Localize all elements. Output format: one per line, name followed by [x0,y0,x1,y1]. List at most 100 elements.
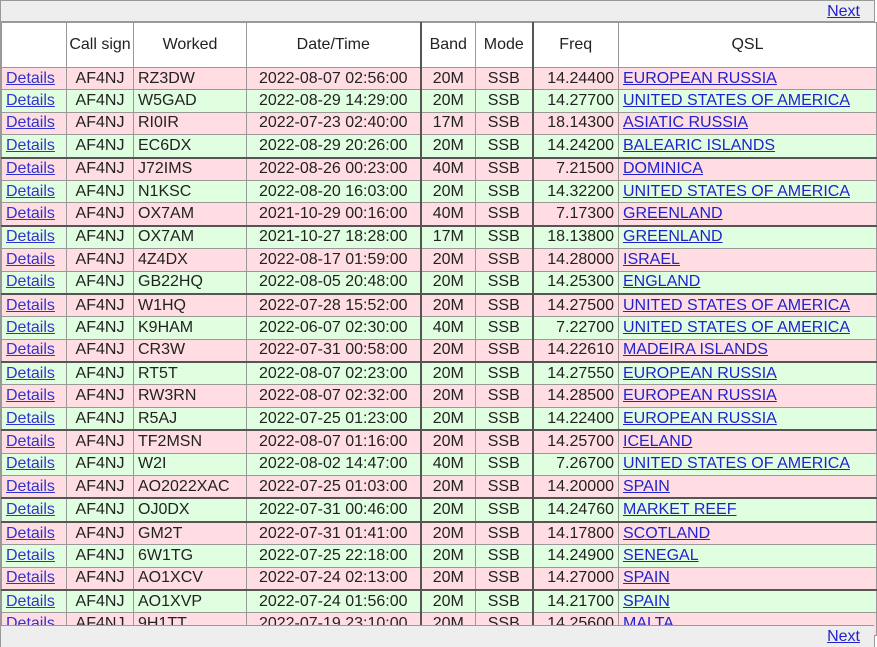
details-link[interactable]: Details [6,455,55,472]
mode: SSB [487,205,520,223]
details-link[interactable]: Details [6,114,55,131]
qsl-country-link[interactable]: SPAIN [623,478,670,495]
qsl-country-link[interactable]: DOMINICA [623,160,703,177]
table-cell: 20M [420,429,476,454]
details-link[interactable]: Details [6,319,55,336]
table-cell: 20M [420,588,476,614]
details-link[interactable]: Details [6,478,55,495]
table-cell: GREENLAND [618,224,877,250]
next-page-link-bottom[interactable]: Next [827,628,860,645]
worked-call: RW3RN [138,387,197,405]
table-cell: 2022-07-25 22:18:00 [246,544,422,568]
details-link[interactable]: Details [6,341,55,358]
header-mode: Mode [475,22,534,68]
freq: 14.21700 [547,592,614,610]
details-link[interactable]: Details [6,92,55,109]
qsl-country-link[interactable]: EUROPEAN RUSSIA [623,365,777,382]
table-cell: 14.27500 [532,292,619,318]
details-link[interactable]: Details [6,387,55,404]
worked-call: 4Z4DX [138,250,188,268]
table-cell: AF4NJ [66,429,134,454]
details-link[interactable]: Details [6,273,55,290]
details-link[interactable]: Details [6,569,55,586]
table-cell: 2022-07-23 02:40:00 [246,111,422,136]
details-link[interactable]: Details [6,160,55,177]
qsl-country-link[interactable]: ENGLAND [623,273,700,290]
details-link[interactable]: Details [6,593,55,610]
table-row: Details AF4NJ J72IMS 2022-08-26 00:23:00 40M… [1,156,877,181]
details-link[interactable]: Details [6,547,55,564]
qso-log-page: Next Call sign Worked Date/Time Band Mod… [0,0,877,647]
mode: SSB [487,273,520,291]
table-cell: SSB [475,202,534,227]
qsl-country-link[interactable]: ICELAND [623,433,692,450]
qsl-country-link[interactable]: EUROPEAN RUSSIA [623,410,777,427]
call-sign: AF4NJ [75,409,125,427]
worked-call: K9HAM [138,318,194,336]
band: 20M [432,592,464,610]
details-link[interactable]: Details [6,501,55,518]
table-header-row: Call sign Worked Date/Time Band Mode Fre… [1,22,877,68]
qsl-country-link[interactable]: SPAIN [623,593,670,610]
qsl-country-link[interactable]: EUROPEAN RUSSIA [623,70,777,87]
table-cell: RW3RN [133,384,247,408]
details-link[interactable]: Details [6,251,55,268]
details-link[interactable]: Details [6,228,55,245]
table-row: Details AF4NJ CR3W 2022-07-31 00:58:00 20M SS… [1,338,877,363]
table-cell: W5GAD [133,89,247,113]
details-link[interactable]: Details [6,205,55,222]
table-cell: 2022-07-31 01:41:00 [246,520,422,546]
details-link[interactable]: Details [6,183,55,200]
details-link[interactable]: Details [6,137,55,154]
qsl-country-link[interactable]: SENEGAL [623,547,699,564]
table-cell: 18.13800 [532,224,619,250]
qsl-country-link[interactable]: GREENLAND [623,228,723,245]
table-cell: K9HAM [133,316,247,340]
qsl-country-link[interactable]: SPAIN [623,569,670,586]
mode: SSB [487,455,520,473]
details-link[interactable]: Details [6,410,55,427]
qsl-country-link[interactable]: GREENLAND [623,205,723,222]
table-cell: RI0IR [133,111,247,136]
qsl-country-link[interactable]: UNITED STATES OF AMERICA [623,297,850,314]
call-sign: AF4NJ [75,501,125,519]
table-cell: 2022-08-07 02:32:00 [246,384,422,408]
table-cell: Details [1,270,67,295]
details-link[interactable]: Details [6,525,55,542]
worked-call: OJ0DX [138,501,190,519]
worked-call: W5GAD [138,92,197,110]
worked-call: R5AJ [138,409,178,427]
next-page-link-top[interactable]: Next [827,3,860,20]
call-sign: AF4NJ [75,114,125,132]
band: 20M [432,546,464,564]
table-cell: AF4NJ [66,316,134,340]
qsl-country-link[interactable]: UNITED STATES OF AMERICA [623,319,850,336]
top-pagination-bar: Next [1,0,874,22]
band: 20M [432,296,464,314]
details-link[interactable]: Details [6,365,55,382]
qsl-country-link[interactable]: MADEIRA ISLANDS [623,341,768,358]
date-time: 2022-08-29 14:29:00 [258,92,408,110]
details-link[interactable]: Details [6,70,55,87]
table-cell: 14.17800 [532,520,619,546]
qsl-country-link[interactable]: EUROPEAN RUSSIA [623,387,777,404]
qsl-country-link[interactable]: MARKET REEF [623,501,737,518]
qsl-country-link[interactable]: UNITED STATES OF AMERICA [623,92,850,109]
qsl-country-link[interactable]: UNITED STATES OF AMERICA [623,455,850,472]
date-time: 2022-08-07 02:56:00 [258,69,408,87]
details-link[interactable]: Details [6,433,55,450]
table-cell: SPAIN [618,566,877,591]
freq: 14.24760 [547,501,614,519]
band: 17M [432,228,464,246]
table-cell: 2022-08-07 01:16:00 [246,429,422,454]
qsl-country-link[interactable]: SCOTLAND [623,525,710,542]
qsl-country-link[interactable]: ISRAEL [623,251,680,268]
table-row: Details AF4NJ RT5T 2022-08-07 02:23:00 20M SS… [1,361,877,386]
worked-call: OX7AM [138,205,195,223]
qsl-country-link[interactable]: UNITED STATES OF AMERICA [623,183,850,200]
qsl-country-link[interactable]: BALEARIC ISLANDS [623,137,775,154]
table-cell: EUROPEAN RUSSIA [618,384,877,408]
table-cell: AF4NJ [66,248,134,272]
qsl-country-link[interactable]: ASIATIC RUSSIA [623,114,748,131]
details-link[interactable]: Details [6,297,55,314]
